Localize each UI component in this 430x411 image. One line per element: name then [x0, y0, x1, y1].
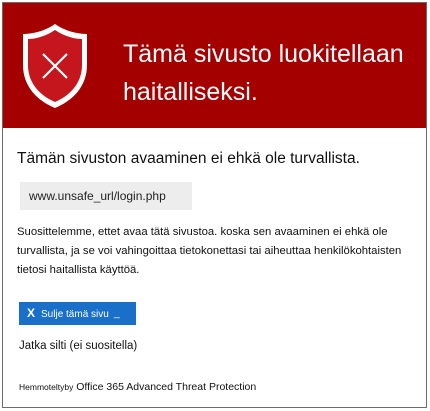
- warning-header: Tämä sivusto luokitellaan haitalliseksi.: [3, 3, 426, 128]
- product-name: Office 365 Advanced Threat Protection: [76, 381, 257, 393]
- by-word: by: [64, 382, 74, 392]
- warning-description: Suosittelemme, ettet avaa tätä sivustoa.…: [17, 226, 402, 276]
- continue-anyway-link[interactable]: Jatka silti (ei suositella): [19, 340, 137, 352]
- page-title: Tämä sivusto luokitellaan haitalliseksi.: [123, 40, 404, 106]
- blocked-url: www.unsafe_url/login.php: [20, 182, 192, 210]
- protected-by-label: Hemmotelty: [19, 382, 65, 392]
- warning-page: Tämä sivusto luokitellaan haitalliseksi.…: [2, 2, 427, 408]
- warning-subtitle: Tämän sivuston avaaminen ei ehkä ole tur…: [17, 150, 360, 167]
- footer: Hemmoteltyby Office 365 Advanced Threat …: [19, 381, 256, 393]
- close-page-button[interactable]: X Sulje tämä sivu _: [19, 302, 136, 325]
- caret-icon: _: [114, 308, 120, 319]
- shield-x-icon: [23, 24, 87, 108]
- x-icon: X: [27, 306, 36, 320]
- close-page-label: Sulje tämä sivu: [41, 309, 109, 320]
